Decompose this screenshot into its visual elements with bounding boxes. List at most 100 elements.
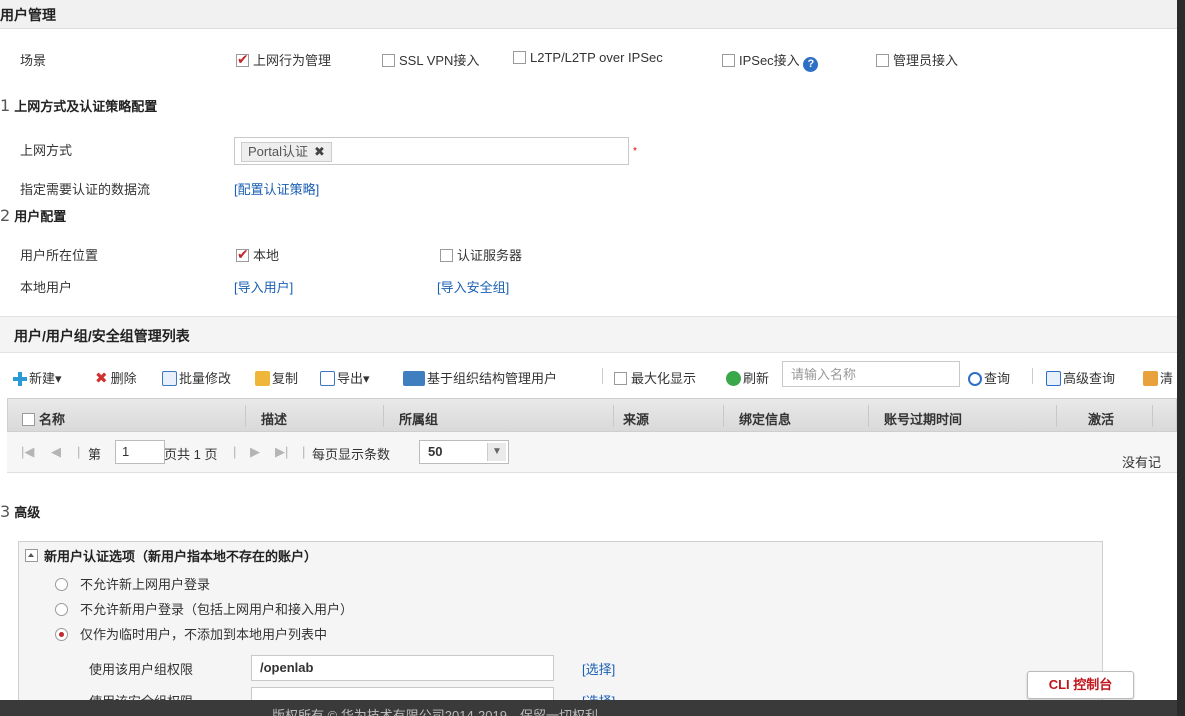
access-method-input[interactable]: Portal认证 ✖ [234, 137, 629, 165]
config-auth-policy-link[interactable]: [配置认证策略] [234, 179, 319, 198]
checkbox-icon[interactable] [513, 51, 526, 64]
page-prefix: 第 [88, 447, 102, 462]
select-all-checkbox[interactable] [22, 413, 35, 426]
per-page-label: 每页显示条数 [312, 447, 391, 462]
edit-icon [162, 371, 177, 386]
scene-label: 场景 [20, 53, 47, 68]
last-page-icon[interactable]: ▶| [275, 444, 288, 460]
radio-icon[interactable] [55, 578, 68, 591]
new-button[interactable]: 新建▾ [12, 368, 62, 387]
page-title: 用户管理 [0, 7, 56, 23]
maximize-toggle[interactable]: 最大化显示 [614, 368, 696, 387]
scene-option-l2tp[interactable]: L2TP/L2TP over IPSec [513, 50, 663, 65]
delete-button[interactable]: ✖ 删除 [95, 368, 137, 387]
list-title-bar: 用户/用户组/安全组管理列表 [0, 316, 1177, 353]
cli-console-button[interactable]: CLI 控制台 [1027, 671, 1134, 699]
column-name[interactable]: 名称 [22, 409, 65, 428]
checkbox-icon[interactable] [876, 54, 889, 67]
column-description[interactable]: 描述 [261, 409, 287, 428]
local-user-row: 本地用户 [导入用户] [导入安全组] [0, 271, 1177, 299]
page-total: 页共 1 页 [164, 447, 218, 462]
search-icon [968, 372, 982, 386]
toolbar-separator [1032, 368, 1033, 384]
location-row: 用户所在位置 本地 认证服务器 [0, 239, 1177, 267]
radio-selected-icon[interactable] [55, 628, 68, 641]
prev-page-icon[interactable]: ◀ [51, 444, 61, 460]
section2-header: 2 用户配置 [0, 206, 67, 225]
dropdown-arrow-icon: ▾ [363, 371, 370, 386]
window-right-edge [1177, 0, 1185, 716]
column-active[interactable]: 激活 [1088, 409, 1114, 428]
panel-header[interactable]: 新用户认证选项（新用户指本地不存在的账户） [25, 546, 317, 565]
checkbox-checked-icon[interactable] [236, 51, 249, 68]
refresh-button[interactable]: 刷新 [726, 368, 769, 387]
pager-separator: | [233, 444, 237, 459]
search-input[interactable] [782, 361, 960, 387]
new-user-auth-panel: 新用户认证选项（新用户指本地不存在的账户） 不允许新上网用户登录 不允许新用户登… [18, 541, 1103, 713]
batch-edit-button[interactable]: 批量修改 [162, 368, 231, 387]
location-label: 用户所在位置 [20, 248, 99, 263]
checkbox-checked-icon[interactable] [236, 246, 249, 263]
page-number-input[interactable]: 1 [115, 440, 165, 464]
radio-deny-new-web-users[interactable]: 不允许新上网用户登录 [55, 574, 210, 593]
location-server-option[interactable]: 认证服务器 [440, 245, 522, 264]
checkbox-icon[interactable] [382, 54, 395, 67]
scene-option-admin[interactable]: 管理员接入 [876, 50, 958, 69]
import-security-groups-link[interactable]: [导入安全组] [437, 277, 509, 296]
clear-icon [1143, 371, 1158, 386]
import-users-link[interactable]: [导入用户] [234, 277, 293, 296]
group-perm-input[interactable]: /openlab [251, 655, 554, 681]
per-page-select[interactable]: 50 ▼ [419, 440, 509, 464]
portal-auth-tag[interactable]: Portal认证 ✖ [241, 142, 332, 162]
column-binding[interactable]: 绑定信息 [739, 409, 791, 428]
checkbox-icon[interactable] [722, 54, 735, 67]
collapse-icon[interactable] [25, 549, 38, 562]
clear-button[interactable]: 清 [1143, 368, 1173, 387]
plus-icon [12, 371, 27, 386]
copyright-text: 版权所有 © 华为技术有限公司2014-2019，保留一切权利 [272, 708, 598, 716]
section3-header: 3 高级 [0, 502, 41, 521]
column-expire[interactable]: 账号过期时间 [884, 409, 962, 428]
chevron-down-icon[interactable]: ▼ [487, 443, 506, 461]
advanced-query-button[interactable]: 高级查询 [1046, 368, 1115, 387]
local-user-label: 本地用户 [20, 280, 73, 295]
checkbox-icon[interactable] [614, 372, 627, 385]
org-manage-button[interactable]: 基于组织结构管理用户 [403, 368, 557, 387]
export-icon [320, 371, 335, 386]
column-separator [245, 405, 246, 427]
radio-deny-all-new-users[interactable]: 不允许新用户登录（包括上网用户和接入用户） [55, 599, 353, 618]
toolbar-separator [602, 368, 603, 384]
table-header: 名称 描述 所属组 来源 绑定信息 账号过期时间 激活 [7, 398, 1177, 432]
scene-option-ssl-vpn[interactable]: SSL VPN接入 [382, 50, 479, 69]
flow-label: 指定需要认证的数据流 [20, 182, 151, 197]
org-users-icon [403, 371, 425, 386]
column-group[interactable]: 所属组 [399, 409, 438, 428]
location-local-option[interactable]: 本地 [236, 245, 279, 264]
advanced-search-icon [1046, 371, 1061, 386]
radio-icon[interactable] [55, 603, 68, 616]
scene-option-web-behavior[interactable]: 上网行为管理 [236, 50, 331, 69]
column-source[interactable]: 来源 [623, 409, 649, 428]
radio-temp-user[interactable]: 仅作为临时用户，不添加到本地用户列表中 [55, 624, 327, 643]
copy-button[interactable]: 复制 [255, 368, 298, 387]
query-button[interactable]: 查询 [968, 368, 1010, 387]
copy-icon [255, 371, 270, 386]
help-icon[interactable]: ? [803, 57, 819, 72]
checkbox-icon[interactable] [440, 249, 453, 262]
footer: 版权所有 © 华为技术有限公司2014-2019，保留一切权利 [0, 700, 1177, 716]
column-separator [1152, 405, 1153, 427]
scene-option-ipsec[interactable]: IPSec接入 ? [722, 50, 819, 72]
list-title: 用户/用户组/安全组管理列表 [14, 328, 190, 344]
flow-row: 指定需要认证的数据流 [配置认证策略] [0, 173, 1177, 201]
empty-message: 没有记 [1122, 455, 1162, 470]
export-button[interactable]: 导出▾ [320, 368, 370, 387]
next-page-icon[interactable]: ▶ [250, 444, 260, 460]
refresh-icon [726, 371, 741, 386]
select-group-link[interactable]: [选择] [582, 659, 615, 678]
scene-row: 场景 上网行为管理 SSL VPN接入 L2TP/L2TP over IPSec… [0, 44, 1177, 72]
first-page-icon[interactable]: |◀ [21, 444, 34, 460]
required-mark: * [633, 146, 637, 157]
column-separator [383, 405, 384, 427]
delete-icon: ✖ [95, 370, 108, 387]
remove-tag-icon[interactable]: ✖ [314, 144, 325, 159]
